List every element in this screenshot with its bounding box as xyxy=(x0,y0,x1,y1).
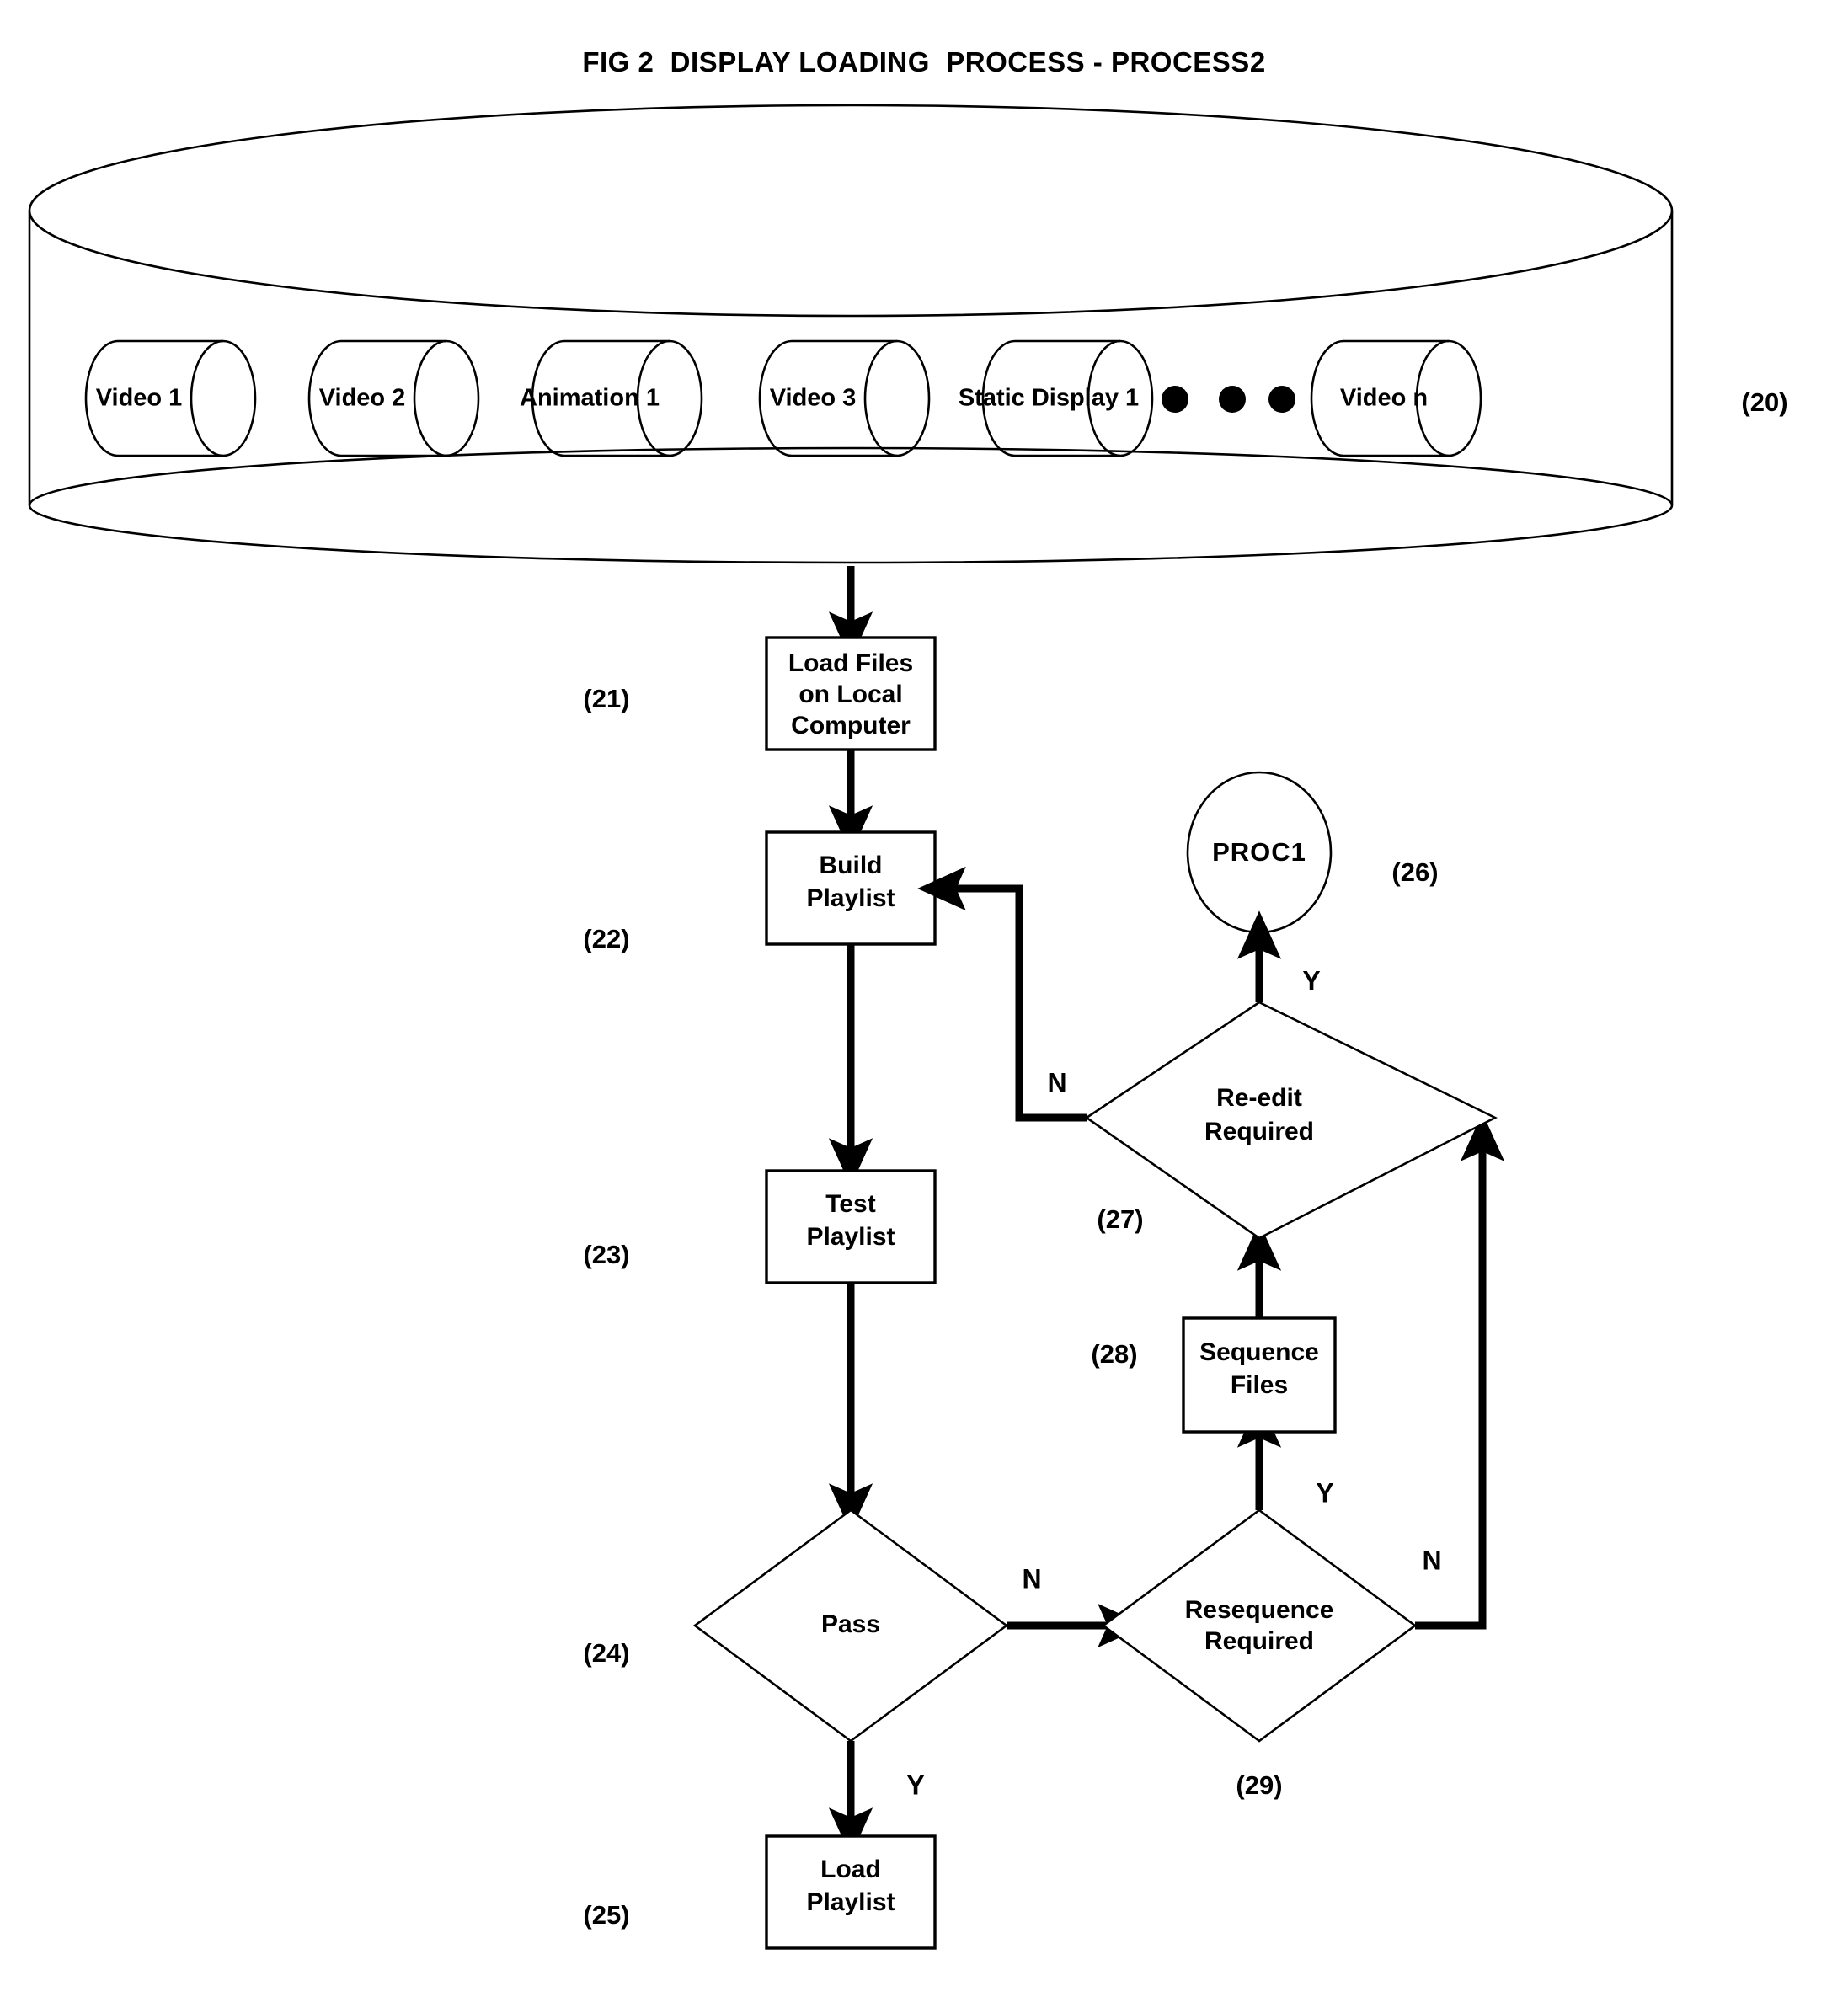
ref-label-re-edit-required: (27) xyxy=(1097,1204,1143,1234)
node-build-playlist: Build Playlist xyxy=(765,830,937,946)
ref-label-sequence-files: (28) xyxy=(1091,1339,1137,1369)
branch-label-resequence-no: N xyxy=(1422,1545,1441,1575)
ref-label-load-playlist: (25) xyxy=(583,1900,629,1930)
ellipsis-dot xyxy=(1219,386,1246,413)
decision-label-line-2: Required xyxy=(1204,1627,1314,1655)
ref-label-pass: (24) xyxy=(583,1638,629,1668)
store-item-video-2: Video 2 xyxy=(307,339,480,457)
decision-resequence-required: Resequence Required xyxy=(1101,1508,1418,1743)
node-test-playlist: Test Playlist xyxy=(765,1169,937,1284)
branch-label-re-edit-no: N xyxy=(1047,1067,1066,1097)
store-item-label: Static Display 1 xyxy=(959,385,1139,412)
store-top-ellipse xyxy=(28,104,1674,318)
decision-label-line-1: Re-edit xyxy=(1216,1084,1302,1112)
ref-label-test-playlist: (23) xyxy=(583,1240,629,1269)
node-label-line-2: on Local xyxy=(798,681,902,708)
terminal-proc1: PROC1 xyxy=(1186,771,1333,934)
flowchart-diagram: Video 1 Video 2 Animation 1 Video 3 Stat… xyxy=(28,104,1788,1950)
store-item-label: Video n xyxy=(1340,385,1428,412)
store-ellipsis xyxy=(1162,386,1295,413)
store-item-video-3: Video 3 xyxy=(758,339,931,457)
decision-label: Pass xyxy=(821,1610,880,1638)
decision-label-line-1: Resequence xyxy=(1185,1596,1334,1624)
ellipsis-dot xyxy=(1162,386,1188,413)
store-item-label: Video 3 xyxy=(770,385,857,412)
store-bottom-ellipse xyxy=(28,446,1674,564)
ref-label-load-files: (21) xyxy=(583,684,629,713)
node-sequence-files: Sequence Files xyxy=(1182,1316,1337,1434)
branch-label-resequence-yes: Y xyxy=(1316,1477,1333,1508)
branch-label-pass-no: N xyxy=(1022,1563,1041,1594)
store-item-cap xyxy=(190,339,224,457)
store-item-label: Video 2 xyxy=(319,385,406,412)
decision-pass: Pass xyxy=(692,1508,1009,1743)
branch-label-re-edit-yes: Y xyxy=(1302,965,1320,996)
node-label-line-2: Playlist xyxy=(806,1223,895,1251)
branch-label-pass-yes: Y xyxy=(906,1770,924,1800)
node-label-line-1: Build xyxy=(820,852,883,879)
figure-root: FIG 2 DISPLAY LOADING PROCESS - PROCESS2… xyxy=(0,0,1848,2013)
terminal-label: PROC1 xyxy=(1212,837,1306,867)
store-item-cap xyxy=(413,339,447,457)
store-item-video-n: Video n xyxy=(1310,339,1482,457)
ref-label-proc1: (26) xyxy=(1391,857,1438,887)
node-label-line-1: Load xyxy=(820,1855,881,1883)
store-item-label: Video 1 xyxy=(96,385,183,412)
store-item-video-1: Video 1 xyxy=(84,339,257,457)
ref-label-content-store: (20) xyxy=(1741,387,1787,417)
store-item-cap xyxy=(863,339,898,457)
node-label-line-1: Sequence xyxy=(1199,1338,1319,1366)
ref-label-build-playlist: (22) xyxy=(583,924,629,953)
content-store-cylinder xyxy=(28,104,1674,564)
decision-label-line-2: Required xyxy=(1204,1118,1314,1145)
decision-re-edit-required: Re-edit Required xyxy=(1084,1001,1498,1240)
store-item-static-display-1: Static Display 1 xyxy=(959,339,1154,457)
decision-diamond xyxy=(1101,1508,1418,1743)
node-load-playlist: Load Playlist xyxy=(765,1834,937,1950)
node-label-line-1: Load Files xyxy=(788,649,913,677)
store-item-animation-1: Animation 1 xyxy=(520,339,703,457)
node-label-line-2: Playlist xyxy=(806,1888,895,1916)
node-label-line-2: Files xyxy=(1231,1371,1288,1399)
node-label-line-3: Computer xyxy=(791,712,911,740)
node-label-line-1: Test xyxy=(825,1190,875,1218)
node-label-line-2: Playlist xyxy=(806,884,895,912)
ellipsis-dot xyxy=(1268,386,1295,413)
node-load-files-on-local-computer: Load Files on Local Computer xyxy=(765,636,937,751)
ref-label-resequence-required: (29) xyxy=(1236,1770,1282,1800)
store-item-label: Animation 1 xyxy=(520,385,660,412)
